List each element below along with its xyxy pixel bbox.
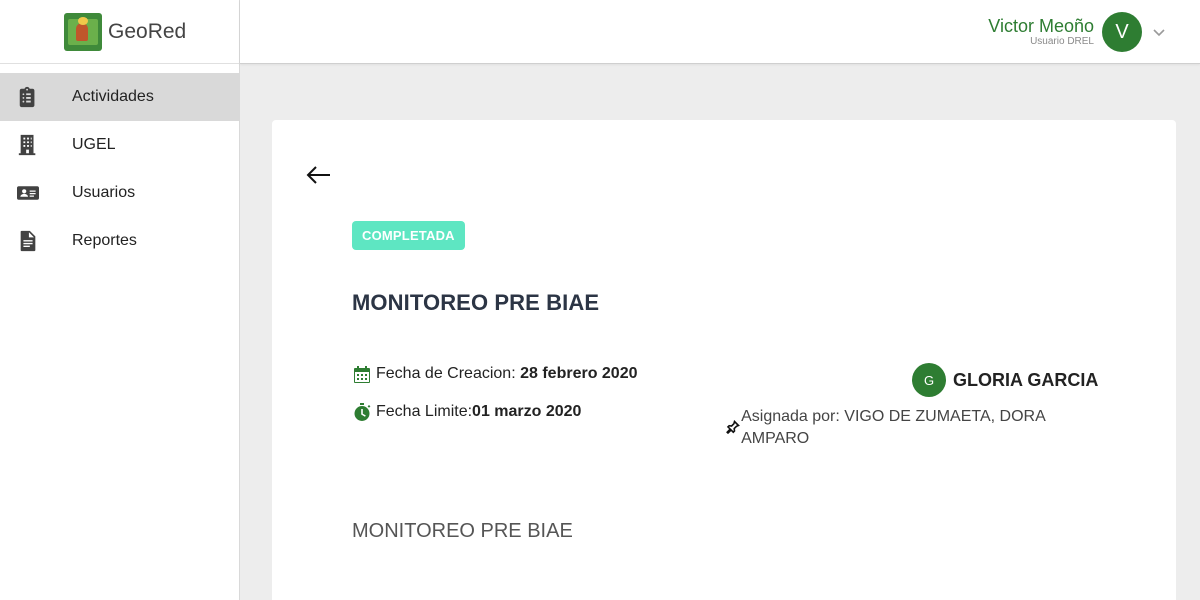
- deadline-label: Fecha Limite:: [376, 403, 473, 420]
- document-icon: [0, 229, 72, 253]
- top-bar: Victor Meoño Usuario DREL V: [240, 0, 1200, 64]
- back-arrow-icon[interactable]: [306, 164, 332, 186]
- sidebar-item-actividades[interactable]: Actividades: [0, 73, 239, 121]
- sidebar-item-label: Actividades: [72, 88, 154, 105]
- chevron-down-icon[interactable]: [1152, 25, 1166, 39]
- created-date: Fecha de Creacion: 28 febrero 2020: [352, 364, 638, 384]
- assignee-name: GLORIA GARCIA: [953, 369, 1099, 390]
- deadline-date: Fecha Limite: 01 marzo 2020: [352, 402, 581, 422]
- deadline-value: 01 marzo 2020: [472, 403, 582, 420]
- sidebar-item-usuarios[interactable]: Usuarios: [0, 169, 239, 217]
- assignee: G GLORIA GARCIA: [912, 363, 1098, 397]
- brand-name: GeoRed: [108, 19, 187, 43]
- sidebar-nav: Actividades UGEL Usuarios Reportes: [0, 73, 239, 265]
- sidebar-item-reportes[interactable]: Reportes: [0, 217, 239, 265]
- sidebar-item-label: Reportes: [72, 232, 137, 249]
- assigned-by-text: Asignada por: VIGO DE ZUMAETA, DORA AMPA…: [741, 408, 1045, 447]
- avatar[interactable]: V: [1102, 12, 1142, 52]
- status-badge: COMPLETADA: [352, 221, 465, 250]
- created-value: 28 febrero 2020: [520, 365, 638, 382]
- sidebar-item-label: UGEL: [72, 136, 116, 153]
- stopwatch-icon: [352, 402, 372, 422]
- id-card-icon: [0, 181, 72, 205]
- created-label: Fecha de Creacion:: [376, 365, 516, 382]
- avatar: G: [912, 363, 946, 397]
- user-info: Victor Meoño Usuario DREL: [988, 16, 1094, 48]
- clipboard-list-icon: [0, 85, 72, 109]
- assigned-by: Asignada por: VIGO DE ZUMAETA, DORA AMPA…: [726, 406, 1056, 450]
- pin-icon: [726, 406, 741, 450]
- brand[interactable]: GeoRed: [0, 0, 239, 64]
- geored-logo: [64, 12, 102, 51]
- user-menu[interactable]: Victor Meoño Usuario DREL V: [988, 12, 1166, 52]
- activity-description: MONITOREO PRE BIAE: [352, 520, 573, 542]
- page-title: MONITOREO PRE BIAE: [352, 290, 600, 315]
- sidebar: GeoRed Actividades UGEL Usuarios Reporte…: [0, 0, 240, 600]
- activity-card: COMPLETADA MONITOREO PRE BIAE Fecha de C…: [272, 120, 1176, 600]
- calendar-icon: [352, 364, 372, 384]
- sidebar-item-label: Usuarios: [72, 184, 136, 201]
- user-name: Victor Meoño: [988, 16, 1094, 36]
- user-role: Usuario DREL: [1030, 36, 1094, 47]
- building-icon: [0, 133, 72, 157]
- sidebar-item-ugel[interactable]: UGEL: [0, 121, 239, 169]
